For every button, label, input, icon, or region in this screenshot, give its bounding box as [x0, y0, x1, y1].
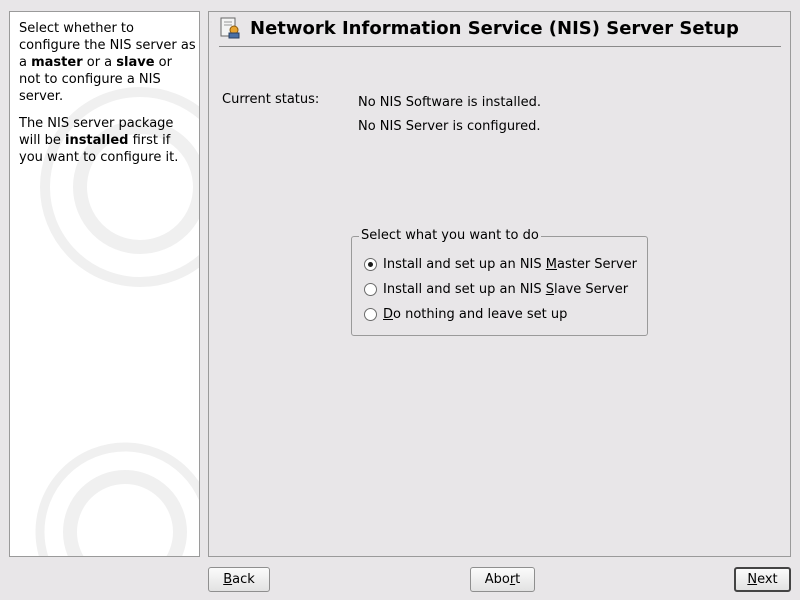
- button-label: ext: [757, 572, 778, 587]
- nis-server-icon: [220, 17, 240, 39]
- label-text: aster Server: [556, 256, 637, 272]
- page-title: Network Information Service (NIS) Server…: [250, 17, 739, 39]
- help-text: Select whether to configure the NIS serv…: [19, 20, 197, 176]
- back-button[interactable]: Back: [208, 567, 270, 592]
- label-text: o nothing and leave set up: [393, 306, 568, 322]
- help-paragraph-2: The NIS server package will be installed…: [19, 115, 197, 166]
- radio-label-nothing: Do nothing and leave set up: [383, 307, 567, 322]
- radio-label-slave: Install and set up an NIS Slave Server: [383, 282, 628, 297]
- radio-option-master[interactable]: Install and set up an NIS Master Server: [364, 255, 637, 273]
- button-label: t: [515, 572, 521, 587]
- help-text-span: or a: [82, 55, 117, 70]
- radio-label-master: Install and set up an NIS Master Server: [383, 257, 637, 272]
- button-mnemonic: N: [747, 572, 758, 587]
- radio-option-slave[interactable]: Install and set up an NIS Slave Server: [364, 280, 628, 298]
- title-row: Network Information Service (NIS) Server…: [219, 16, 739, 40]
- label-text: Install and set up an NIS: [383, 281, 546, 297]
- label-mnemonic: M: [545, 256, 557, 272]
- label-mnemonic: S: [545, 281, 555, 297]
- help-bold-slave: slave: [116, 55, 155, 70]
- label-text: Install and set up an NIS: [383, 256, 546, 272]
- main-panel: Network Information Service (NIS) Server…: [208, 11, 791, 557]
- abort-button[interactable]: Abo r t: [470, 567, 535, 592]
- label-mnemonic: D: [383, 306, 394, 322]
- help-panel: Select whether to configure the NIS serv…: [9, 11, 200, 557]
- next-button[interactable]: Next: [734, 567, 791, 592]
- radio-option-nothing[interactable]: Do nothing and leave set up: [364, 305, 567, 323]
- status-software: No NIS Software is installed.: [358, 95, 542, 110]
- radio-button-master[interactable]: [364, 257, 377, 271]
- help-bold-master: master: [31, 55, 83, 70]
- button-label: Abo: [484, 572, 510, 587]
- radio-button-nothing[interactable]: [364, 307, 377, 321]
- button-mnemonic: B: [223, 572, 233, 587]
- label-text: lave Server: [554, 281, 629, 297]
- action-groupbox: Select what you want to do Install and s…: [351, 228, 648, 336]
- status-server: No NIS Server is configured.: [358, 119, 541, 134]
- help-paragraph-1: Select whether to configure the NIS serv…: [19, 20, 197, 105]
- radio-button-slave[interactable]: [364, 282, 377, 296]
- title-divider: [219, 46, 781, 47]
- status-label: Current status:: [222, 92, 320, 107]
- button-label: ack: [232, 572, 255, 587]
- groupbox-title: Select what you want to do: [359, 228, 541, 244]
- help-bold-installed: installed: [64, 133, 129, 148]
